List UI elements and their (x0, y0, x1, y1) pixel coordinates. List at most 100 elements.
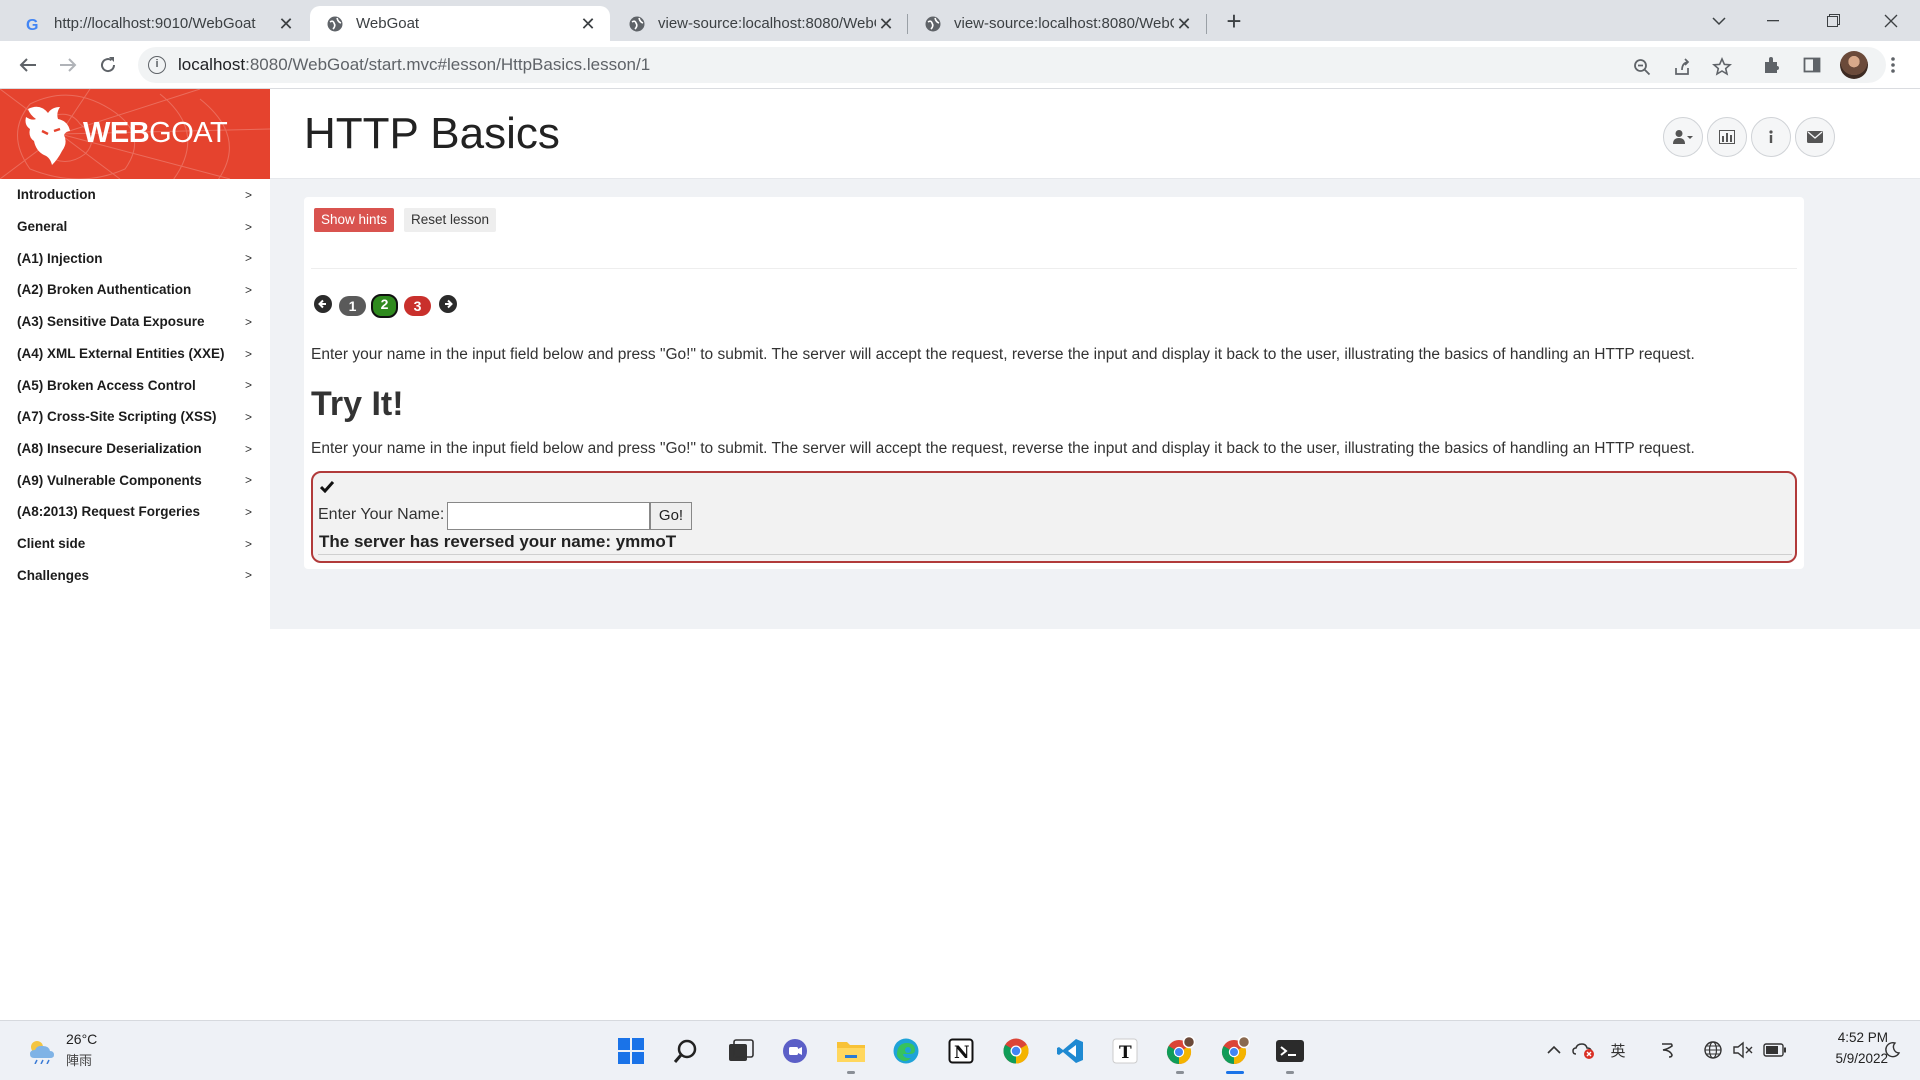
url-host: localhost (178, 55, 246, 74)
menu-item-label: (A5) Broken Access Control (17, 377, 196, 393)
start-icon[interactable] (614, 1034, 648, 1068)
onedrive-offline-icon[interactable] (1572, 1038, 1596, 1062)
tab-view-source-2[interactable]: view-source:localhost:8080/WebG ✕ (908, 6, 1206, 41)
chevron-right-icon: > (244, 409, 252, 424)
menu-item-vulnerable-components[interactable]: (A9) Vulnerable Components > (0, 464, 270, 496)
go-button[interactable]: Go! (650, 502, 692, 530)
clock-time[interactable]: 4:52 PM (1808, 1030, 1888, 1045)
google-icon: G (24, 15, 42, 33)
close-tab-icon[interactable]: ✕ (578, 14, 598, 34)
user-menu-button[interactable] (1663, 117, 1703, 157)
reload-icon[interactable] (92, 49, 124, 81)
menu-item-label: Challenges (17, 567, 90, 583)
show-hidden-icons-chevron-icon[interactable] (1544, 1038, 1564, 1062)
menu-item-label: (A8) Insecure Deserialization (17, 440, 202, 456)
menu-item-introduction[interactable]: Introduction > (0, 179, 270, 211)
svg-text:G: G (26, 17, 38, 33)
menu-item-broken-access-control[interactable]: (A5) Broken Access Control > (0, 369, 270, 401)
share-icon[interactable] (1670, 55, 1694, 79)
new-tab-button[interactable]: + (1222, 8, 1246, 34)
chevron-right-icon: > (244, 568, 252, 583)
minimize-icon[interactable] (1750, 0, 1796, 41)
tab-search-icon[interactable] (1696, 0, 1742, 41)
address-bar[interactable]: i localhost:8080/WebGoat/start.mvc#lesso… (138, 47, 1886, 83)
menu-item-insecure-deserialization[interactable]: (A8) Insecure Deserialization > (0, 433, 270, 465)
file-explorer-icon[interactable] (834, 1034, 868, 1068)
task-view-icon[interactable] (724, 1034, 758, 1068)
menu-item-xxe[interactable]: (A4) XML External Entities (XXE) > (0, 338, 270, 370)
menu-item-request-forgeries[interactable]: (A8:2013) Request Forgeries > (0, 496, 270, 528)
weather-cloud-rain-icon[interactable] (26, 1038, 56, 1065)
battery-icon[interactable] (1762, 1038, 1788, 1062)
webgoat-logo[interactable]: WEBGOAT (0, 89, 270, 179)
weather-description[interactable]: 陣雨 (66, 1050, 92, 1069)
globe-icon (628, 15, 646, 33)
ime-toggle-icon[interactable] (1656, 1038, 1678, 1062)
profile-avatar[interactable] (1840, 51, 1868, 79)
side-panel-icon[interactable] (1799, 52, 1825, 78)
page-3-button[interactable]: 3 (404, 296, 431, 316)
menu-item-challenges[interactable]: Challenges > (0, 559, 270, 591)
site-info-icon[interactable]: i (148, 56, 166, 74)
clock-date[interactable]: 5/9/2022 (1808, 1051, 1888, 1066)
page-1-button[interactable]: 1 (339, 296, 366, 316)
next-page-icon[interactable] (439, 295, 457, 313)
close-tab-icon[interactable]: ✕ (276, 14, 296, 34)
bookmark-star-icon[interactable] (1710, 55, 1734, 79)
menu-item-broken-authentication[interactable]: (A2) Broken Authentication > (0, 274, 270, 306)
about-button[interactable] (1751, 117, 1791, 157)
teams-chat-icon[interactable] (778, 1034, 812, 1068)
search-icon[interactable] (669, 1034, 703, 1068)
chrome-profile-icon[interactable] (1163, 1034, 1197, 1068)
app-running-indicator (847, 1071, 855, 1074)
back-icon[interactable] (12, 49, 44, 81)
edge-icon[interactable] (889, 1034, 923, 1068)
chrome-icon[interactable] (999, 1034, 1033, 1068)
chevron-right-icon: > (244, 536, 252, 551)
vscode-icon[interactable] (1053, 1034, 1087, 1068)
close-tab-icon[interactable]: ✕ (1174, 14, 1194, 34)
menu-item-label: (A4) XML External Entities (XXE) (17, 345, 225, 361)
menu-item-injection[interactable]: (A1) Injection > (0, 242, 270, 274)
zoom-icon[interactable] (1630, 55, 1654, 79)
name-input[interactable] (447, 502, 650, 530)
user-icon (1673, 130, 1693, 144)
menu-item-label: (A9) Vulnerable Components (17, 472, 202, 488)
tab-title: http://localhost:9010/WebGoat (54, 15, 256, 32)
restore-icon[interactable] (1810, 0, 1856, 41)
typora-icon[interactable]: T (1108, 1034, 1142, 1068)
menu-item-sensitive-data-exposure[interactable]: (A3) Sensitive Data Exposure > (0, 306, 270, 338)
do-not-disturb-moon-icon[interactable] (1880, 1038, 1904, 1062)
report-card-button[interactable] (1707, 117, 1747, 157)
menu-item-general[interactable]: General > (0, 211, 270, 243)
extensions-icon[interactable] (1759, 52, 1785, 78)
ime-mode-indicator[interactable]: 英 (1606, 1038, 1630, 1062)
menu-item-xss[interactable]: (A7) Cross-Site Scripting (XSS) > (0, 401, 270, 433)
tab-title: WebGoat (356, 15, 420, 32)
bar-chart-icon (1719, 130, 1735, 144)
previous-page-icon[interactable] (314, 295, 332, 313)
page-2-button[interactable]: 2 (371, 294, 398, 318)
terminal-icon[interactable] (1273, 1034, 1307, 1068)
tab-view-source-1[interactable]: view-source:localhost:8080/WebG ✕ (612, 6, 908, 41)
volume-muted-icon[interactable] (1731, 1038, 1755, 1062)
menu-item-label: Client side (17, 536, 86, 552)
tab-localhost-9010[interactable]: G http://localhost:9010/WebGoat ✕ (8, 6, 308, 41)
network-globe-icon[interactable] (1702, 1038, 1724, 1062)
lesson-menu: Introduction > General > (A1) Injection > (… (0, 179, 270, 1019)
app-running-indicator (1176, 1071, 1184, 1074)
more-menu-icon[interactable] (1880, 52, 1906, 78)
notion-icon[interactable]: N (944, 1034, 978, 1068)
weather-temperature[interactable]: 26°C (66, 1031, 97, 1047)
close-window-icon[interactable] (1868, 0, 1914, 41)
tab-webgoat[interactable]: WebGoat ✕ (310, 6, 610, 41)
contact-button[interactable] (1795, 117, 1835, 157)
show-hints-button[interactable]: Show hints (314, 208, 395, 232)
forward-icon[interactable] (52, 49, 84, 81)
menu-item-client-side[interactable]: Client side > (0, 528, 270, 560)
reset-lesson-button[interactable]: Reset lesson (404, 208, 497, 232)
page-header: HTTP Basics (270, 89, 1920, 179)
close-tab-icon[interactable]: ✕ (876, 14, 896, 34)
chrome-profile-active-icon[interactable] (1218, 1034, 1252, 1068)
server-response-text: The server has reversed your name: ymmoT (319, 532, 677, 551)
